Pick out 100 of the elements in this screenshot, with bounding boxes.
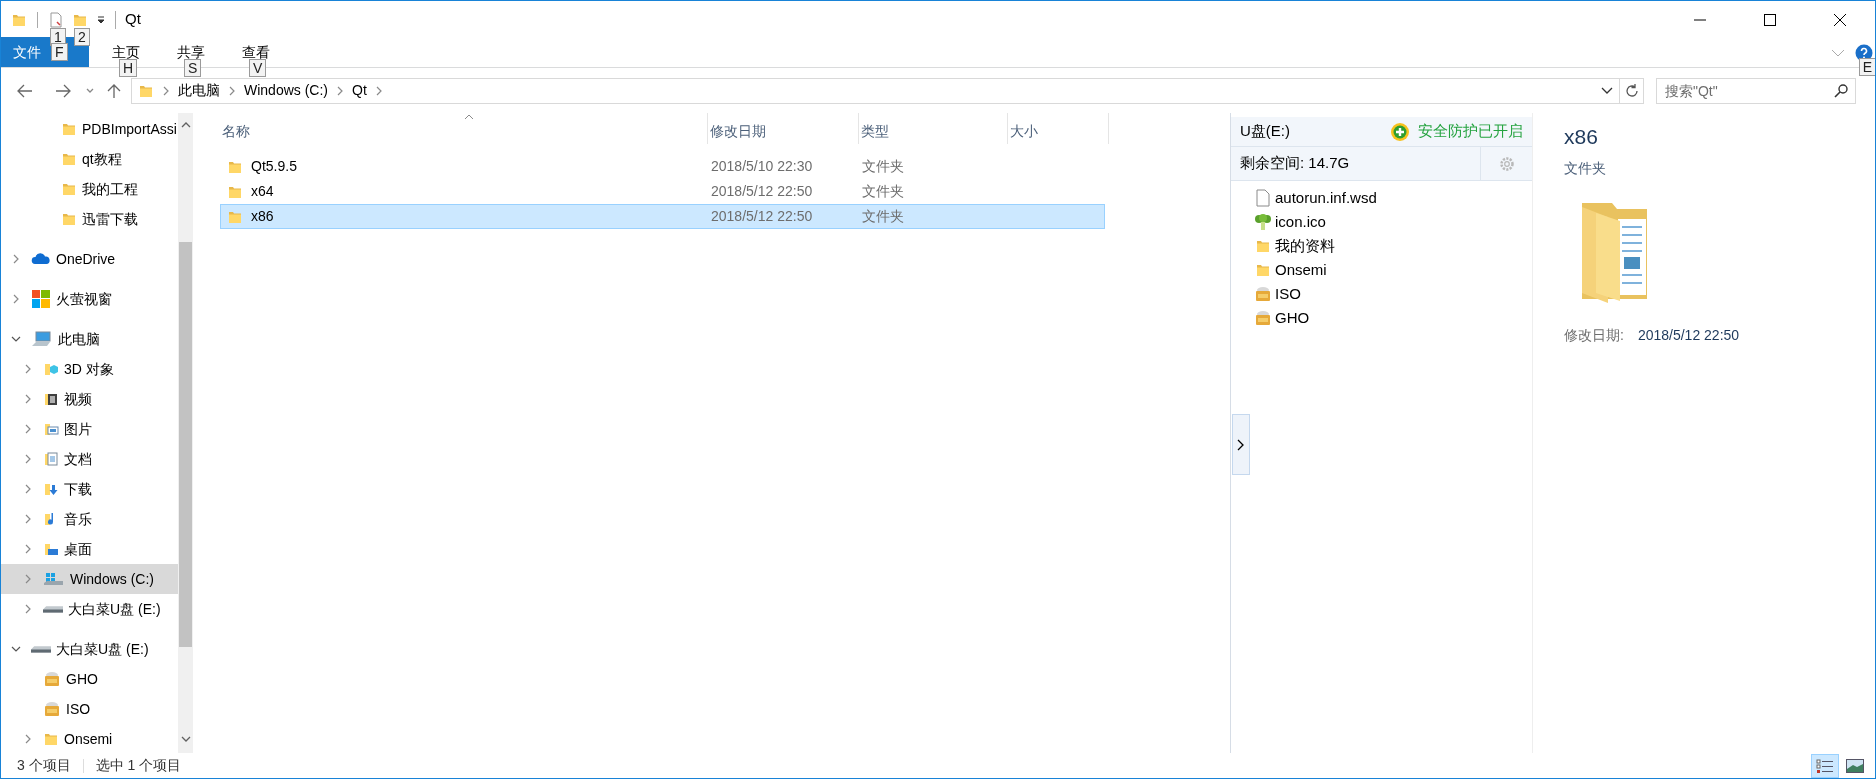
keytip: E [1858, 58, 1875, 76]
nav-item[interactable]: 大白菜U盘 (E:) [1, 594, 178, 624]
scroll-down-icon[interactable] [180, 735, 191, 743]
folder-icon [61, 151, 77, 167]
nav-label: 音乐 [64, 509, 92, 529]
nav-label: 图片 [64, 419, 92, 439]
blank-file-icon [1253, 189, 1273, 207]
recent-dropdown-icon[interactable] [85, 86, 95, 95]
windows-drive-icon [43, 571, 65, 587]
nav-item[interactable]: 大白菜U盘 (E:) [1, 634, 178, 664]
close-icon[interactable] [1834, 13, 1846, 26]
chevron-down-icon[interactable] [11, 334, 21, 344]
nav-label: qt教程 [82, 149, 122, 169]
folder-icon [61, 211, 77, 227]
nav-item[interactable]: 桌面 [1, 534, 178, 564]
column-header[interactable]: 名称 [220, 113, 708, 144]
file-row[interactable]: Qt5.9.5 2018/5/10 22:30 文件夹 [220, 154, 1105, 179]
breadcrumb-item[interactable]: 此电脑 [178, 80, 220, 101]
up-arrow-icon[interactable] [107, 82, 121, 99]
nav-item[interactable]: 迅雷下载 [1, 204, 178, 234]
forward-arrow-icon[interactable] [55, 83, 71, 98]
drive-item[interactable]: 我的资料 [1253, 234, 1532, 258]
nav-item[interactable]: 下载 [1, 474, 178, 504]
nav-label: 文档 [64, 449, 92, 469]
archive-folder-icon [43, 670, 61, 688]
drive-item[interactable]: Onsemi [1253, 258, 1532, 282]
drive-item[interactable]: autorun.inf.wsd [1253, 186, 1532, 210]
cloud-icon [31, 251, 51, 267]
desktop-folder-icon [43, 541, 59, 557]
drive-icon [43, 605, 63, 613]
nav-label: PDBImportAssi [82, 119, 177, 139]
column-header[interactable]: 大小 [1008, 113, 1109, 144]
nav-label: 下载 [64, 479, 92, 499]
keytip: S [184, 59, 202, 77]
scrollbar[interactable] [178, 113, 193, 753]
folder-icon [43, 731, 59, 747]
drive-item[interactable]: ISO [1253, 282, 1532, 306]
nav-item[interactable]: 3D 对象 [1, 354, 178, 384]
column-header[interactable]: 修改日期 [708, 113, 859, 144]
nav-item[interactable]: 视频 [1, 384, 178, 414]
drive-title: U盘(E:) [1240, 121, 1290, 142]
property-label: 修改日期: [1564, 325, 1624, 345]
keytip: H [119, 59, 138, 77]
back-arrow-icon[interactable] [17, 83, 33, 98]
column-header[interactable]: 类型 [859, 113, 1008, 144]
scroll-up-icon[interactable] [180, 121, 191, 129]
folder-icon [61, 181, 77, 197]
nav-item[interactable]: Onsemi [1, 724, 178, 753]
drive-item[interactable]: icon.ico [1253, 210, 1532, 234]
file-name: x64 [251, 182, 274, 201]
archive-folder-icon [1253, 309, 1273, 327]
window-title: Qt [125, 9, 141, 30]
film-folder-icon [43, 391, 59, 407]
properties-icon[interactable] [48, 11, 64, 28]
nav-item[interactable]: ISO [1, 694, 178, 724]
nav-item[interactable]: 火萤视窗 [1, 284, 178, 314]
nav-item[interactable]: 音乐 [1, 504, 178, 534]
file-type: 文件夹 [861, 207, 905, 226]
nav-item[interactable]: 图片 [1, 414, 178, 444]
details-view-icon[interactable] [1816, 757, 1834, 774]
details-view-button[interactable] [1811, 753, 1839, 778]
selection-count: 选中 1 个项目 [95, 756, 182, 775]
folder-icon [61, 121, 77, 137]
shield-plus-icon [1390, 121, 1410, 142]
file-row[interactable]: x64 2018/5/12 22:50 文件夹 [220, 179, 1105, 204]
nav-label: Windows (C:) [70, 569, 154, 589]
chevron-right-icon[interactable] [1237, 438, 1245, 451]
nav-item[interactable]: 此电脑 [1, 324, 178, 354]
large-icons-view-icon[interactable] [1846, 758, 1864, 773]
breadcrumb-item[interactable]: Windows (C:) [244, 80, 328, 101]
nav-item[interactable]: 我的工程 [1, 174, 178, 204]
nav-item[interactable]: 文档 [1, 444, 178, 474]
dropdown-icon[interactable] [96, 14, 106, 25]
drive-item-label: icon.ico [1275, 211, 1326, 232]
breadcrumb-item[interactable]: Qt [352, 80, 367, 101]
archive-folder-icon [1253, 285, 1273, 303]
dropdown-icon[interactable] [1601, 86, 1613, 95]
property-value: 2018/5/12 22:50 [1637, 325, 1740, 345]
refresh-icon[interactable] [1624, 83, 1639, 98]
search-field[interactable]: 搜索"Qt" [1656, 77, 1856, 104]
broccoli-icon [1253, 213, 1273, 231]
sort-ascending-icon [463, 114, 474, 120]
chevron-down-icon[interactable] [11, 644, 21, 654]
drive-item[interactable]: GHO [1253, 306, 1532, 330]
nav-label: Onsemi [64, 729, 113, 749]
item-name: x86 [1564, 124, 1599, 150]
nav-item[interactable]: qt教程 [1, 144, 178, 174]
archive-folder-icon [43, 700, 61, 718]
settings-icon[interactable] [1497, 154, 1516, 173]
nav-item[interactable]: GHO [1, 664, 178, 694]
search-icon[interactable] [1834, 83, 1848, 98]
maximize-icon[interactable] [1764, 13, 1776, 26]
nav-item[interactable]: Windows (C:) [1, 564, 178, 594]
nav-label: OneDrive [56, 249, 116, 269]
modified-date: 2018/5/12 22:50 [710, 182, 814, 201]
nav-item[interactable]: PDBImportAssi [1, 114, 178, 144]
address-bar[interactable]: 此电脑 Windows (C:) Qt [131, 77, 1644, 104]
file-row[interactable]: x86 2018/5/12 22:50 文件夹 [220, 204, 1105, 229]
scrollbar-thumb[interactable] [179, 242, 192, 647]
nav-item[interactable]: OneDrive [1, 244, 178, 274]
